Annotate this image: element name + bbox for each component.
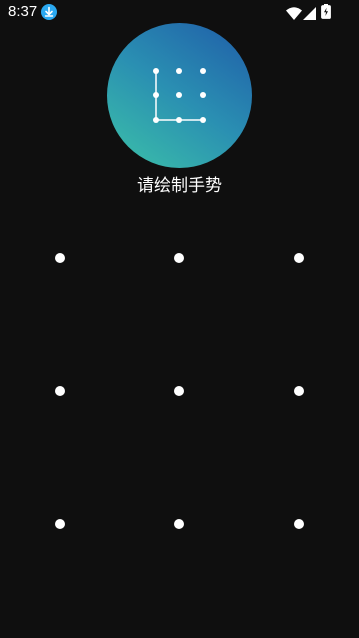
wifi-icon [286, 5, 302, 24]
pattern-dot [55, 519, 65, 529]
pattern-node-7[interactable] [30, 494, 90, 554]
battery-charging-icon [321, 4, 331, 23]
pattern-node-2[interactable] [149, 228, 209, 288]
pattern-dot [294, 253, 304, 263]
pattern-dot [174, 253, 184, 263]
pattern-dot [174, 386, 184, 396]
pattern-dot [294, 519, 304, 529]
pattern-node-6[interactable] [269, 361, 329, 421]
pattern-dot [55, 253, 65, 263]
pattern-node-4[interactable] [30, 361, 90, 421]
pattern-dot [174, 519, 184, 529]
gesture-logo [107, 23, 252, 168]
pattern-node-5[interactable] [149, 361, 209, 421]
pattern-node-3[interactable] [269, 228, 329, 288]
pattern-node-9[interactable] [269, 494, 329, 554]
gesture-pattern-icon [153, 68, 206, 123]
status-bar: 8:37 [0, 0, 359, 24]
pattern-lock-grid[interactable] [0, 200, 359, 580]
pattern-node-1[interactable] [30, 228, 90, 288]
gesture-prompt: 请绘制手势 [137, 176, 222, 196]
status-time: 8:37 [8, 3, 38, 20]
pattern-node-8[interactable] [149, 494, 209, 554]
signal-icon [303, 5, 316, 24]
download-icon [41, 4, 57, 20]
pattern-dot [294, 386, 304, 396]
pattern-dot [55, 386, 65, 396]
